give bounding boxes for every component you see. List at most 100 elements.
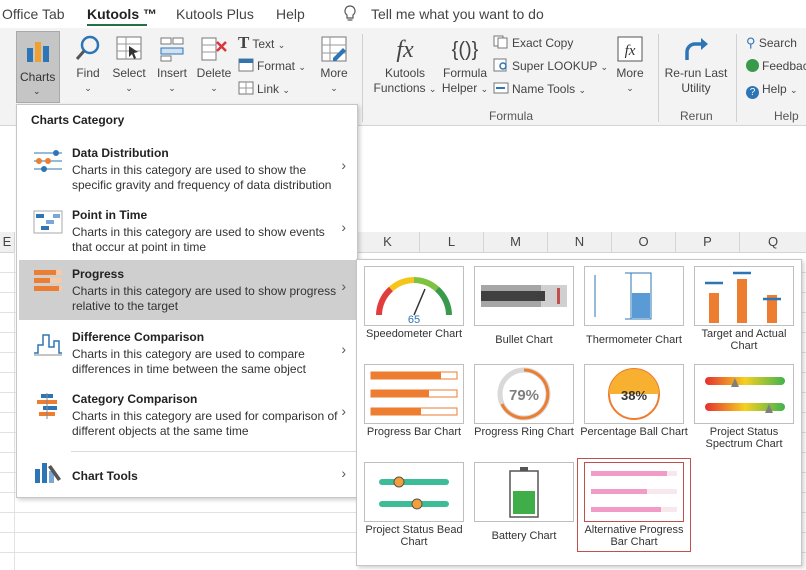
chevron-down-icon: ⌄ (125, 83, 133, 93)
format-button[interactable]: Format ⌄ (238, 58, 306, 75)
card-label: Speedometer Chart (366, 328, 462, 340)
tell-me-search[interactable]: Tell me what you want to do (371, 6, 544, 22)
chevron-down-icon: ⌄ (480, 84, 489, 94)
help-button[interactable]: ? Help ⌄ (746, 81, 798, 99)
chevron-down-icon: ⌄ (626, 83, 634, 93)
insert-label: Insert (156, 66, 187, 80)
progress-bar-chart-item[interactable]: Progress Bar Chart (359, 364, 469, 457)
ribbon-tab-bar: Office Tab Kutools ™ Kutools Plus Help T… (0, 0, 806, 28)
column-header-e[interactable]: E (0, 232, 15, 253)
group-label-rerun: Rerun (680, 109, 713, 123)
battery-thumbnail (474, 462, 574, 522)
column-header-n[interactable]: N (548, 232, 612, 253)
difference-comparison-icon (34, 334, 62, 356)
alternative-progress-bar-thumbnail (584, 462, 684, 522)
menu-item-progress[interactable]: Progress Charts in this category are use… (19, 260, 356, 320)
card-label: Bullet Chart (495, 334, 553, 346)
progress-charts-submenu: 65 Speedometer Chart Bullet Chart Thermo… (356, 259, 802, 566)
tab-office-tab[interactable]: Office Tab (2, 6, 65, 22)
battery-chart-item[interactable]: Battery Chart (469, 462, 579, 555)
name-tools-button[interactable]: Name Tools ⌄ (493, 81, 586, 98)
more-formula-label: More (616, 66, 644, 80)
column-header-k[interactable]: K (356, 232, 420, 253)
alternative-progress-bar-chart-item[interactable]: Alternative Progress Bar Chart (577, 458, 691, 552)
percentage-ball-chart-item[interactable]: 38% Percentage Ball Chart (579, 364, 689, 457)
chevron-down-icon: ⌄ (33, 86, 41, 96)
progress-ring-chart-item[interactable]: 79% Progress Ring Chart (469, 364, 579, 457)
menu-item-chart-tools[interactable]: Chart Tools › (19, 455, 356, 493)
help-icon: ? (746, 86, 759, 99)
text-label: Text (252, 37, 275, 51)
rerun-arrow-icon (685, 38, 708, 60)
tab-kutools-plus[interactable]: Kutools Plus (176, 6, 254, 22)
percentage-ball-value: 38% (621, 388, 647, 403)
insert-button[interactable]: Insert ⌄ (154, 34, 190, 96)
search-button[interactable]: ⚲ Search (746, 35, 797, 51)
tab-help[interactable]: Help (276, 6, 305, 22)
group-divider (736, 34, 737, 122)
menu-item-data-distribution[interactable]: Data Distribution Charts in this categor… (19, 139, 356, 199)
chevron-right-icon: › (341, 157, 346, 173)
menu-item-title: Chart Tools (72, 469, 138, 483)
group-label-formula: Formula (489, 109, 534, 123)
menu-item-category-comparison[interactable]: Category Comparison Charts in this categ… (19, 385, 356, 445)
charts-label: Charts (20, 70, 56, 84)
point-in-time-icon (33, 210, 63, 234)
chevron-down-icon: ⌄ (168, 83, 176, 93)
menu-item-description: Charts in this category are used to show… (72, 225, 325, 254)
feedback-button[interactable]: Feedbac (746, 58, 806, 74)
kutools-functions-button[interactable]: fx Kutools Functions ⌄ (370, 34, 440, 97)
link-button[interactable]: Link ⌄ (238, 81, 290, 98)
charts-icon (27, 42, 49, 62)
more-fx-icon: fx (617, 36, 643, 62)
formula-helper-button[interactable]: {()} Formula Helper ⌄ (440, 34, 490, 97)
project-status-spectrum-chart-item[interactable]: Project Status Spectrum Chart (689, 364, 799, 457)
bullet-chart-item[interactable]: Bullet Chart (469, 266, 579, 359)
delete-label: Delete (196, 66, 232, 80)
super-lookup-button[interactable]: Super LOOKUP ⌄ (493, 58, 608, 75)
column-header-o[interactable]: O (612, 232, 676, 253)
speedometer-chart-item[interactable]: 65 Speedometer Chart (359, 266, 469, 359)
select-icon (116, 36, 142, 60)
column-header-l[interactable]: L (420, 232, 484, 253)
chevron-down-icon: ⌄ (298, 62, 306, 72)
project-status-bead-chart-item[interactable]: Project Status Bead Chart (359, 462, 469, 555)
more-formula-button[interactable]: fx More ⌄ (610, 34, 650, 96)
feedback-icon (746, 59, 759, 72)
delete-button[interactable]: Delete ⌄ (195, 34, 233, 96)
menu-item-title: Category Comparison (72, 392, 198, 406)
exact-copy-button[interactable]: Exact Copy (493, 35, 573, 51)
chevron-right-icon: › (341, 465, 346, 481)
column-header-m[interactable]: M (484, 232, 548, 253)
spectrum-thumbnail (694, 364, 794, 424)
menu-item-description: Charts in this category are used for com… (72, 409, 338, 438)
group-divider (658, 34, 659, 122)
thermometer-chart-item[interactable]: Thermometer Chart (579, 266, 689, 359)
help-label: Help (762, 82, 787, 96)
rerun-button[interactable]: Re-run Last Utility (664, 34, 728, 96)
column-header-q[interactable]: Q (740, 232, 806, 253)
target-and-actual-chart-item[interactable]: Target and Actual Chart (689, 266, 799, 359)
bead-thumbnail (364, 462, 464, 522)
tab-kutools[interactable]: Kutools ™ (87, 6, 157, 22)
menu-item-difference-comparison[interactable]: Difference Comparison Charts in this cat… (19, 323, 356, 383)
card-label: Alternative Progress Bar Chart (584, 524, 684, 548)
charts-button[interactable]: Charts ⌄ (16, 31, 60, 103)
chevron-down-icon: ⌄ (600, 62, 609, 72)
column-header-p[interactable]: P (676, 232, 740, 253)
format-label: Format (257, 59, 296, 73)
text-button[interactable]: T Text ⌄ (238, 34, 285, 53)
menu-item-point-in-time[interactable]: Point in Time Charts in this category ar… (19, 201, 356, 261)
lightbulb-icon (343, 5, 357, 26)
more-button[interactable]: More ⌄ (316, 34, 352, 96)
find-button[interactable]: Find ⌄ (72, 34, 104, 96)
exact-copy-icon (493, 35, 509, 49)
menu-item-title: Point in Time (72, 208, 148, 222)
select-button[interactable]: Select ⌄ (110, 34, 148, 96)
svg-text:fx: fx (625, 43, 636, 59)
kutools-functions-label: Kutools Functions (373, 66, 426, 95)
super-lookup-label: Super LOOKUP (512, 59, 598, 73)
card-label: Progress Ring Chart (474, 426, 574, 438)
progress-bar-thumbnail (364, 364, 464, 424)
lookup-icon (493, 58, 509, 72)
